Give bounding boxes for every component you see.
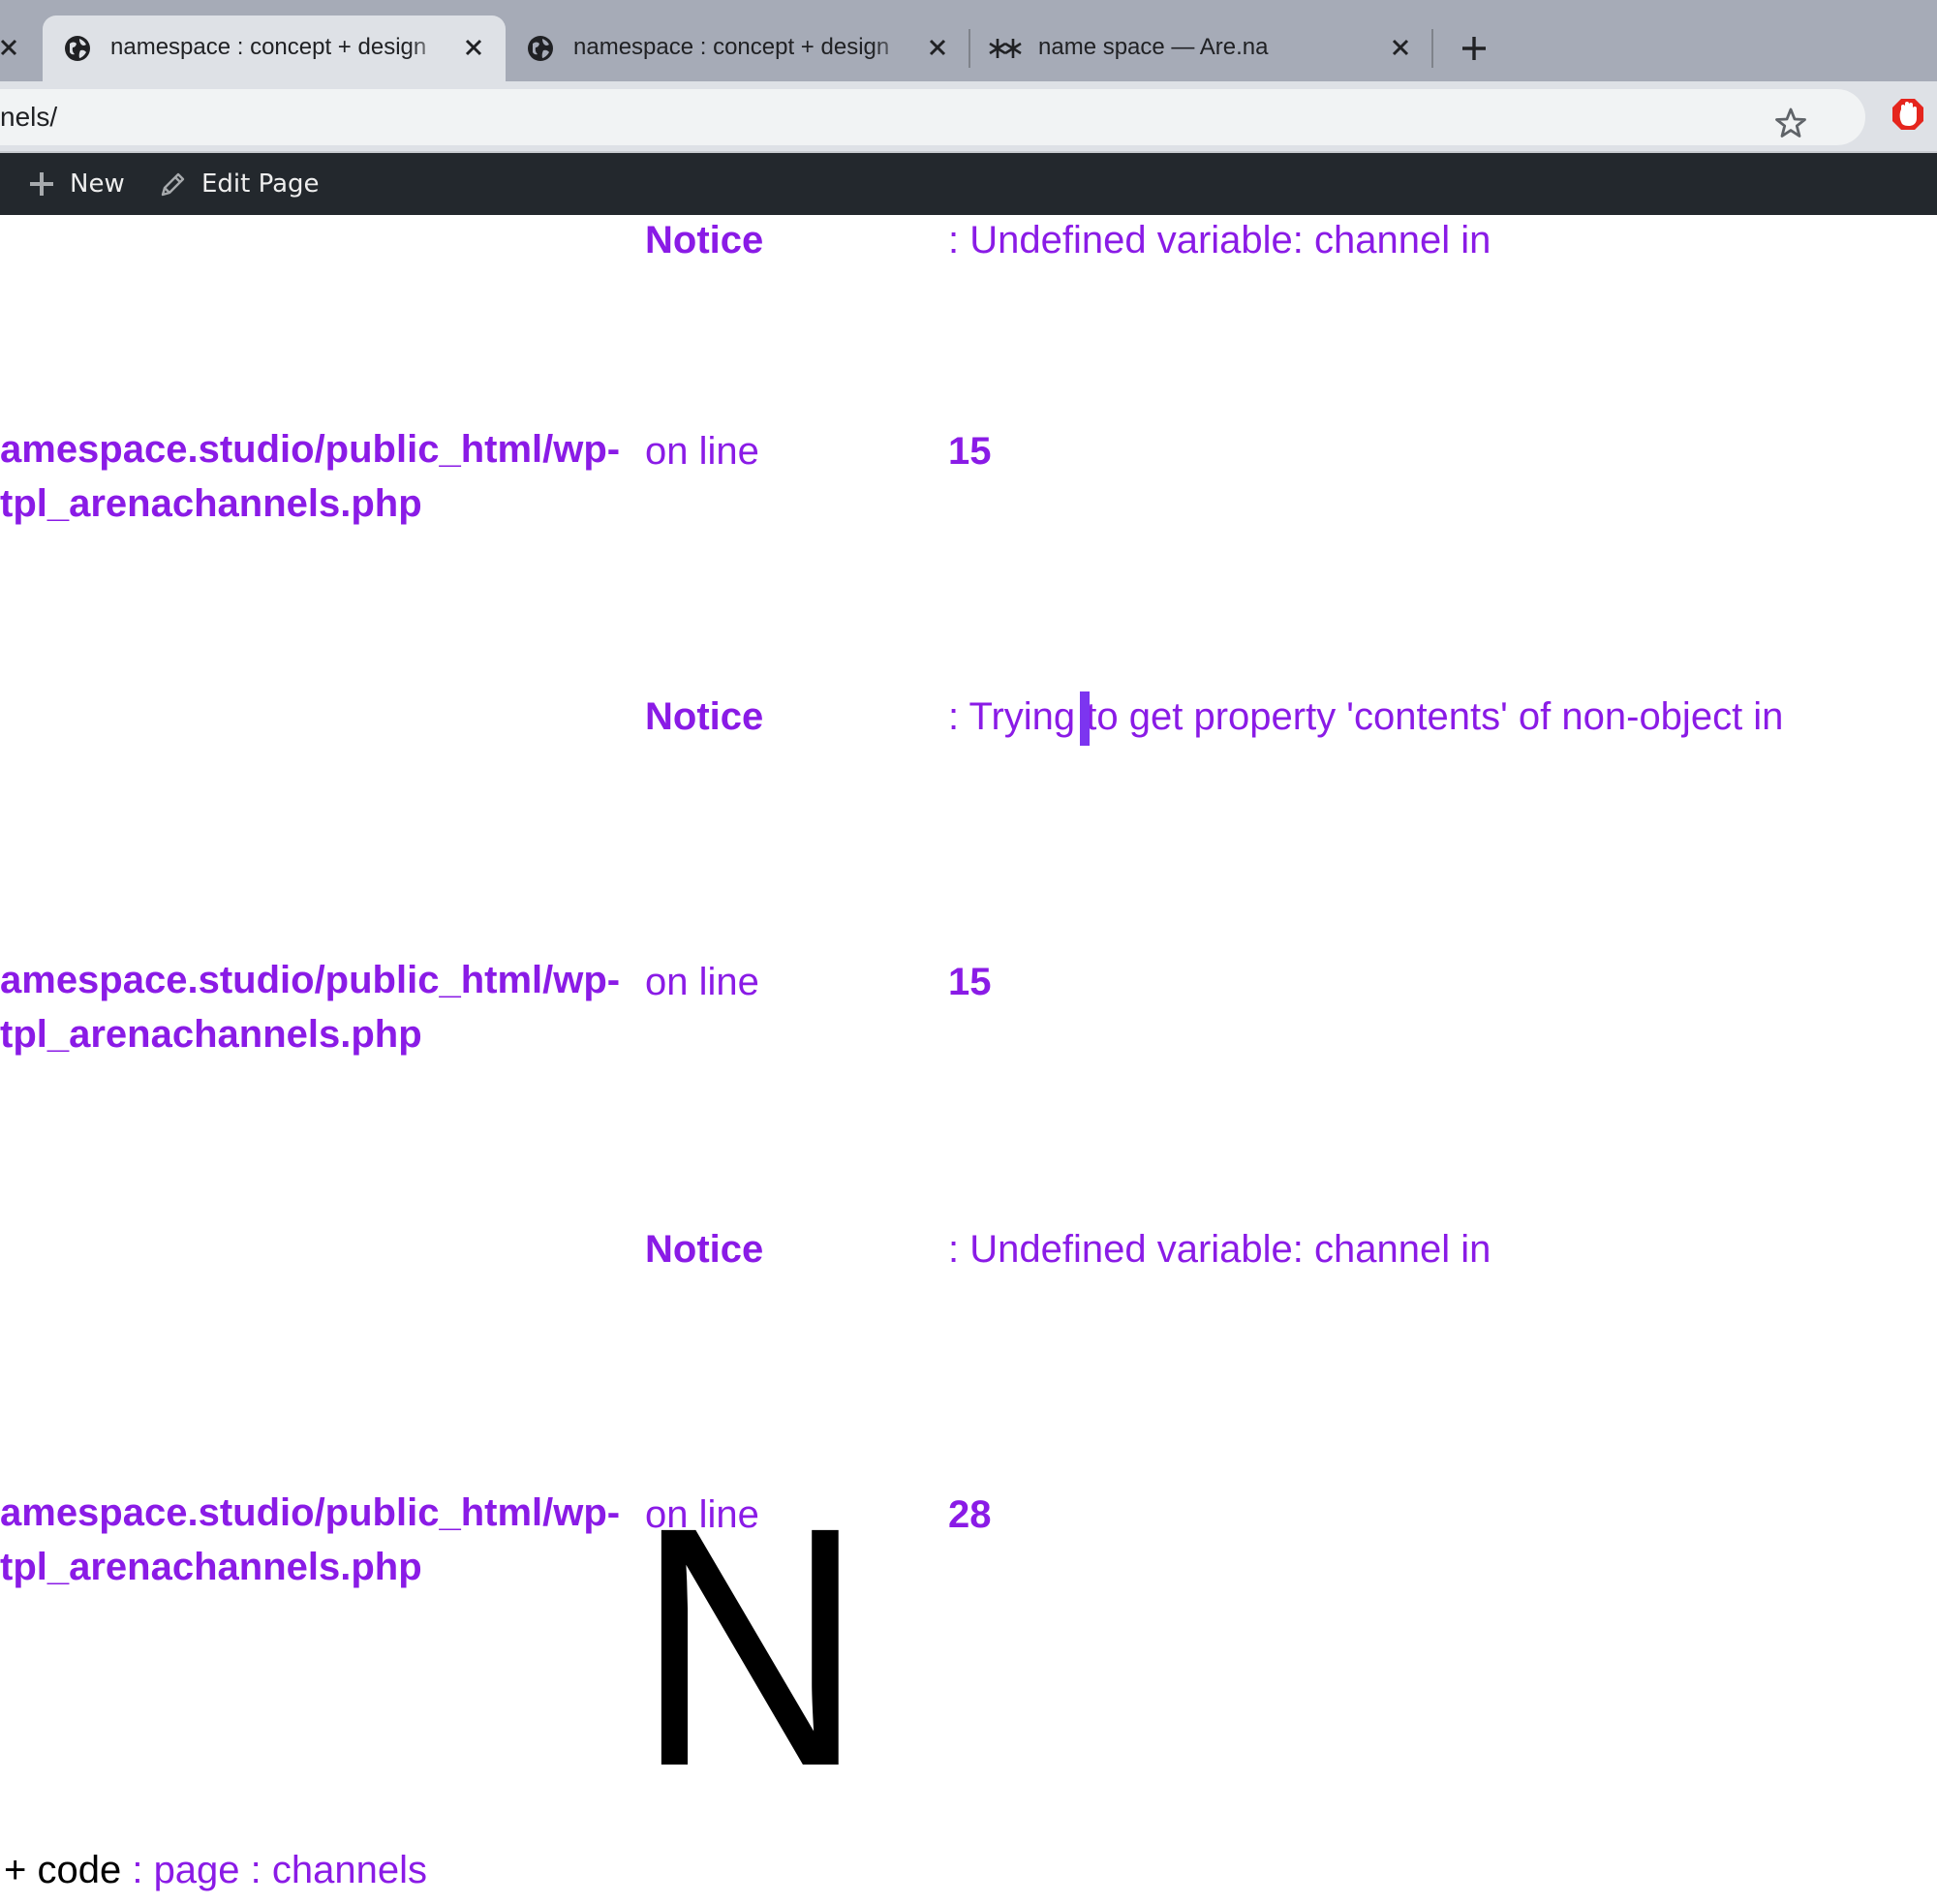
page-content: Notice : Undefined variable: channel in … bbox=[0, 215, 1937, 1904]
wp-admin-bar: New Edit Page bbox=[0, 153, 1937, 215]
breadcrumb-separator: : bbox=[121, 1849, 154, 1891]
admin-edit-page-label: Edit Page bbox=[201, 169, 320, 199]
notice-message: : Trying to get property 'contents' of n… bbox=[948, 695, 1784, 738]
address-bar-url[interactable]: nels/ bbox=[0, 102, 57, 133]
notice-file-path: amespace.studio/public_html/wp- bbox=[0, 1491, 621, 1534]
notice-message: : Undefined variable: channel in bbox=[948, 1228, 1491, 1271]
breadcrumb-page-link[interactable]: page bbox=[154, 1849, 240, 1891]
tab-close-icon[interactable] bbox=[1386, 33, 1415, 62]
arena-asterisks-icon bbox=[989, 39, 1022, 58]
notice-line-number: 15 bbox=[948, 430, 992, 473]
breadcrumb: + code : page : channels bbox=[4, 1847, 427, 1893]
tab-title: namespace : concept + design bbox=[110, 34, 427, 60]
tab-close-icon[interactable] bbox=[459, 33, 488, 62]
tab-separator bbox=[1431, 29, 1433, 68]
notice-file-path: tpl_arenachannels.php bbox=[0, 1546, 422, 1588]
text-cursor bbox=[1080, 691, 1090, 746]
tab-title: name space — Are.na bbox=[1038, 34, 1269, 60]
notice-line-number: 15 bbox=[948, 961, 992, 1003]
notice-on-line: on line bbox=[645, 430, 759, 473]
notice-file-path: tpl_arenachannels.php bbox=[0, 482, 422, 525]
browser-tab-3[interactable]: name space — Are.na bbox=[970, 15, 1431, 81]
breadcrumb-current[interactable]: channels bbox=[272, 1849, 427, 1891]
pencil-icon bbox=[161, 172, 185, 197]
notice-label: Notice bbox=[645, 1228, 764, 1271]
notice-label: Notice bbox=[645, 695, 764, 738]
notice-label: Notice bbox=[645, 219, 764, 261]
globe-icon bbox=[65, 36, 90, 61]
admin-new-button[interactable]: New bbox=[27, 153, 125, 215]
close-icon[interactable] bbox=[0, 33, 23, 62]
notice-file-path: amespace.studio/public_html/wp- bbox=[0, 959, 621, 1001]
new-tab-plus-icon[interactable] bbox=[1457, 31, 1491, 66]
admin-new-label: New bbox=[70, 169, 125, 199]
address-bar[interactable]: nels/ bbox=[0, 89, 1865, 145]
browser-tab-1[interactable]: namespace : concept + design bbox=[43, 15, 506, 81]
breadcrumb-separator: : bbox=[239, 1849, 272, 1891]
bookmark-star-icon[interactable] bbox=[1774, 107, 1807, 139]
browser-tab-2[interactable]: namespace : concept + design bbox=[506, 15, 968, 81]
tab-close-icon[interactable] bbox=[923, 33, 952, 62]
tab-title: namespace : concept + design bbox=[573, 34, 890, 60]
adblock-stop-icon[interactable] bbox=[1891, 97, 1925, 136]
notice-message: : Undefined variable: channel in bbox=[948, 219, 1491, 261]
notice-line-number: 28 bbox=[948, 1493, 992, 1536]
plus-icon bbox=[30, 172, 53, 196]
site-logo-letter[interactable]: N bbox=[635, 1476, 864, 1817]
breadcrumb-prefix: + code bbox=[4, 1849, 122, 1891]
notice-file-path: tpl_arenachannels.php bbox=[0, 1013, 422, 1056]
globe-icon bbox=[528, 36, 553, 61]
notice-file-path: amespace.studio/public_html/wp- bbox=[0, 428, 621, 471]
browser-toolbar: nels/ bbox=[0, 81, 1937, 151]
admin-edit-page-button[interactable]: Edit Page bbox=[159, 153, 320, 215]
browser-tabstrip: namespace : concept + design namespace :… bbox=[0, 0, 1937, 81]
notice-on-line: on line bbox=[645, 961, 759, 1003]
